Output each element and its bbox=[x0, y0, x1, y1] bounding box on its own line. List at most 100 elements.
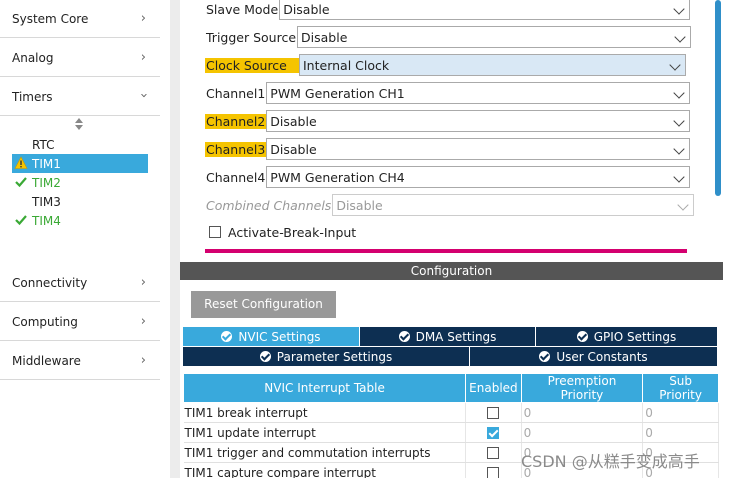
timer-label: TIM4 bbox=[32, 213, 61, 228]
watermark-text: CSDN @从糕手变成高手 bbox=[521, 452, 700, 471]
chevron-right-icon: › bbox=[140, 11, 146, 26]
timer-label: TIM1 bbox=[32, 156, 61, 171]
tab-label: GPIO Settings bbox=[593, 329, 677, 344]
category-timers[interactable]: Timers › bbox=[0, 78, 160, 116]
column-header[interactable]: Preemption Priority bbox=[520, 373, 644, 403]
panel-divider bbox=[170, 0, 180, 478]
channel1-select[interactable]: PWM Generation CH1 bbox=[266, 82, 691, 104]
activate-break-input-label: Activate-Break-Input bbox=[228, 224, 357, 240]
trigger-source-select[interactable]: Disable bbox=[297, 26, 692, 48]
sub-priority[interactable]: 0 bbox=[642, 422, 719, 443]
column-header[interactable]: Sub Priority bbox=[642, 373, 719, 403]
check-icon bbox=[15, 215, 27, 226]
timer-label: RTC bbox=[32, 137, 55, 152]
channel3-value: Disable bbox=[270, 141, 317, 157]
tab-parameter-settings[interactable]: Parameter Settings bbox=[183, 347, 469, 366]
column-header[interactable]: NVIC Interrupt Table bbox=[182, 373, 467, 403]
category-label: Connectivity bbox=[12, 275, 88, 290]
right-margin bbox=[723, 0, 752, 478]
table-row[interactable]: TIM1 break interrupt 0 0 bbox=[183, 402, 719, 423]
preemption-priority[interactable]: 0 bbox=[521, 402, 644, 423]
check-circle-icon bbox=[398, 331, 410, 342]
channel1-value: PWM Generation CH1 bbox=[270, 85, 405, 101]
channel1-row: Channel1 PWM Generation CH1 bbox=[205, 82, 691, 104]
column-header[interactable]: Enabled bbox=[465, 373, 522, 403]
slave-mode-value: Disable bbox=[283, 1, 330, 17]
channel4-row: Channel4 PWM Generation CH4 bbox=[205, 166, 691, 188]
chevron-right-icon: › bbox=[140, 50, 146, 65]
timer-label: TIM3 bbox=[32, 194, 61, 209]
timer-item-tim4[interactable]: TIM4 bbox=[12, 211, 148, 230]
table-row[interactable]: TIM1 update interrupt 0 0 bbox=[183, 422, 719, 443]
section-divider bbox=[205, 249, 687, 253]
activate-break-input-checkbox[interactable] bbox=[209, 226, 221, 238]
check-circle-icon bbox=[576, 331, 588, 342]
tab-dma-settings[interactable]: DMA Settings bbox=[360, 327, 535, 346]
category-label: Timers bbox=[12, 89, 53, 104]
category-label: Computing bbox=[12, 314, 78, 329]
mode-panel: Slave Mode Disable Trigger Source Disabl… bbox=[180, 0, 723, 258]
tab-gpio-settings[interactable]: GPIO Settings bbox=[536, 327, 717, 346]
timer-item-tim3[interactable]: TIM3 bbox=[12, 192, 148, 211]
vertical-scrollbar[interactable] bbox=[715, 0, 721, 196]
reset-configuration-button[interactable]: Reset Configuration bbox=[191, 291, 336, 318]
sort-icon[interactable] bbox=[74, 118, 84, 130]
sidebar: System Core › Analog › Timers › RTC TIM1… bbox=[0, 0, 160, 478]
category-computing[interactable]: Computing › bbox=[0, 303, 160, 341]
timer-item-rtc[interactable]: RTC bbox=[12, 135, 148, 154]
channel2-label: Channel2 bbox=[205, 113, 267, 129]
channel1-label: Channel1 bbox=[206, 85, 266, 101]
enabled-checkbox[interactable] bbox=[487, 447, 500, 459]
enabled-checkbox[interactable] bbox=[487, 467, 500, 478]
tab-label: DMA Settings bbox=[415, 329, 497, 344]
interrupt-name: TIM1 trigger and commutation interrupts bbox=[183, 442, 467, 463]
tab-user-constants[interactable]: User Constants bbox=[470, 347, 717, 366]
category-analog[interactable]: Analog › bbox=[0, 39, 160, 77]
interrupt-name: TIM1 break interrupt bbox=[183, 402, 467, 423]
configuration-panel: Configuration Reset Configuration NVIC S… bbox=[180, 262, 723, 478]
channel3-select[interactable]: Disable bbox=[266, 138, 691, 160]
enabled-checkbox[interactable] bbox=[487, 427, 500, 439]
configuration-title: Configuration bbox=[180, 262, 723, 280]
interrupt-name: TIM1 update interrupt bbox=[183, 422, 467, 443]
slave-mode-select[interactable]: Disable bbox=[279, 0, 691, 20]
preemption-priority[interactable]: 0 bbox=[521, 422, 644, 443]
category-connectivity[interactable]: Connectivity › bbox=[0, 264, 160, 302]
channel2-row: Channel2 Disable bbox=[205, 110, 691, 132]
channel2-value: Disable bbox=[270, 113, 317, 129]
enabled-cell bbox=[465, 402, 522, 423]
chevron-down-icon bbox=[673, 171, 685, 183]
check-icon bbox=[15, 177, 27, 188]
channel2-select[interactable]: Disable bbox=[266, 110, 691, 132]
clock-source-label: Clock Source bbox=[205, 57, 299, 73]
sub-priority[interactable]: 0 bbox=[642, 402, 719, 423]
enabled-checkbox[interactable] bbox=[487, 407, 500, 419]
clock-source-select[interactable]: Internal Clock bbox=[299, 54, 686, 76]
chevron-right-icon: › bbox=[140, 275, 146, 290]
warning-icon bbox=[14, 156, 28, 169]
chevron-down-icon: › bbox=[135, 92, 151, 99]
category-system-core[interactable]: System Core › bbox=[0, 0, 160, 38]
tab-label: Parameter Settings bbox=[276, 349, 393, 364]
category-label: Analog bbox=[12, 50, 54, 65]
category-middleware[interactable]: Middleware › bbox=[0, 342, 160, 380]
slave-mode-label: Slave Mode bbox=[206, 1, 279, 17]
break-input-row: Activate-Break-Input bbox=[209, 221, 357, 243]
chevron-down-icon bbox=[669, 59, 681, 71]
chevron-right-icon: › bbox=[140, 353, 146, 368]
timer-item-tim1[interactable]: TIM1 bbox=[12, 154, 148, 173]
combined-channels-label: Combined Channels bbox=[206, 197, 332, 213]
chevron-down-icon bbox=[673, 115, 685, 127]
chevron-down-icon bbox=[677, 199, 689, 211]
timer-label: TIM2 bbox=[32, 175, 61, 190]
clock-source-row: Clock Source Internal Clock bbox=[205, 54, 686, 76]
channel4-label: Channel4 bbox=[206, 169, 266, 185]
combined-channels-select: Disable bbox=[332, 194, 695, 216]
enabled-cell bbox=[465, 462, 522, 478]
enabled-cell bbox=[465, 422, 522, 443]
channel4-select[interactable]: PWM Generation CH4 bbox=[266, 166, 691, 188]
timer-item-tim2[interactable]: TIM2 bbox=[12, 173, 148, 192]
tab-nvic-settings[interactable]: NVIC Settings bbox=[183, 327, 359, 346]
channel3-label: Channel3 bbox=[205, 141, 267, 157]
tab-label: NVIC Settings bbox=[238, 329, 321, 344]
